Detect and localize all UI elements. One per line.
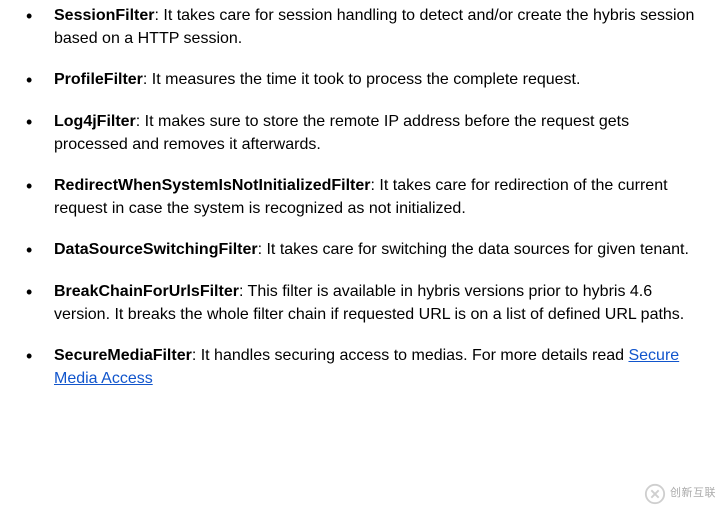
filter-name: ProfileFilter <box>54 71 143 88</box>
list-item: RedirectWhenSystemIsNotInitializedFilter… <box>52 174 700 220</box>
filter-name: SecureMediaFilter <box>54 347 192 364</box>
filter-list: SessionFilter: It takes care for session… <box>12 4 700 390</box>
watermark-text: 创新互联 <box>670 486 716 502</box>
watermark: 创新互联 <box>640 474 720 514</box>
list-item: BreakChainForUrlsFilter: This filter is … <box>52 280 700 326</box>
watermark-icon <box>644 483 666 505</box>
filter-name: SessionFilter <box>54 7 154 24</box>
filter-name: RedirectWhenSystemIsNotInitializedFilter <box>54 177 371 194</box>
filter-name: BreakChainForUrlsFilter <box>54 283 239 300</box>
filter-name: Log4jFilter <box>54 113 136 130</box>
list-item: DataSourceSwitchingFilter: It takes care… <box>52 238 700 261</box>
list-item: SessionFilter: It takes care for session… <box>52 4 700 50</box>
filter-description: : It handles securing access to medias. … <box>192 347 629 364</box>
list-item: ProfileFilter: It measures the time it t… <box>52 68 700 91</box>
filter-description: : It measures the time it took to proces… <box>143 71 581 88</box>
filter-description: : It takes care for switching the data s… <box>258 241 689 258</box>
filter-description: : It makes sure to store the remote IP a… <box>54 113 629 153</box>
list-item: Log4jFilter: It makes sure to store the … <box>52 110 700 156</box>
list-item: SecureMediaFilter: It handles securing a… <box>52 344 700 390</box>
document-page: SessionFilter: It takes care for session… <box>0 0 720 514</box>
filter-name: DataSourceSwitchingFilter <box>54 241 258 258</box>
